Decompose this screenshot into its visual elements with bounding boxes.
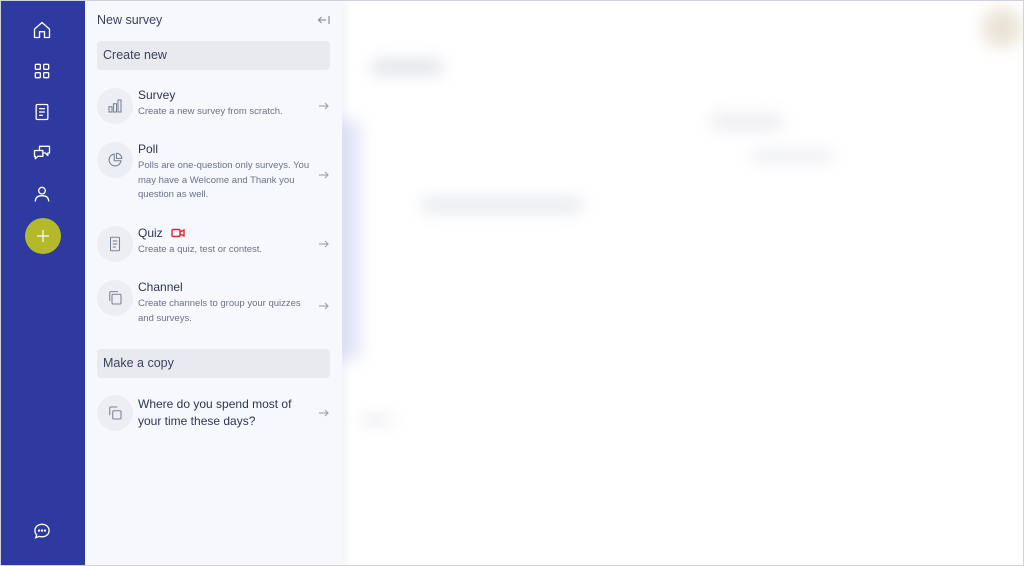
option-survey-label: Survey [138, 88, 176, 102]
blurred-text [422, 198, 582, 212]
arrow-right-icon [319, 171, 329, 179]
option-survey-desc: Create a new survey from scratch. [138, 106, 283, 117]
grid-icon [34, 63, 50, 79]
blurred-label-2 [752, 150, 832, 162]
copy-item-title: Where do you spend most of your time the… [138, 397, 292, 428]
bar-chart-icon [108, 99, 122, 113]
copy-stack-icon [109, 291, 122, 305]
option-quiz-title: Quiz [138, 226, 185, 240]
chat-bubble-icon [34, 523, 50, 539]
blurred-label [712, 115, 782, 129]
create-new-header: Create new [97, 41, 330, 70]
rail-profile-button[interactable] [24, 176, 60, 212]
option-quiz-label: Quiz [138, 226, 163, 240]
copy-survey-item[interactable]: Where do you spend most of your time the… [97, 395, 330, 431]
option-quiz[interactable]: Quiz Create a quiz, test or contest. [97, 226, 330, 262]
collapse-panel-button[interactable] [316, 12, 332, 28]
rail-surveys-button[interactable] [24, 94, 60, 130]
option-channel[interactable]: Channel Create channels to group your qu… [97, 280, 330, 328]
quiz-document-icon [109, 236, 121, 252]
option-quiz-desc: Create a quiz, test or contest. [138, 244, 263, 255]
home-icon [33, 21, 51, 39]
option-quiz-icon-wrap [97, 226, 133, 262]
collapse-arrow-icon [317, 16, 330, 24]
blurred-background [342, 0, 1024, 566]
user-icon [34, 186, 50, 202]
rail-messages-button[interactable] [24, 135, 60, 171]
option-channel-desc: Create channels to group your quizzes an… [138, 298, 301, 324]
option-channel-label: Channel [138, 280, 183, 294]
arrow-right-icon [319, 409, 329, 417]
blurred-card-edge [342, 120, 360, 360]
arrow-right-icon [319, 240, 329, 248]
option-channel-title: Channel [138, 280, 183, 294]
arrow-right-icon [319, 302, 329, 310]
blurred-footer [362, 415, 392, 425]
rail-home-button[interactable] [24, 12, 60, 48]
document-icon [35, 103, 49, 121]
video-icon [170, 228, 185, 238]
left-rail [0, 0, 85, 566]
option-poll-desc: Polls are one-question only surveys. You… [138, 160, 310, 200]
panel-title: New survey [97, 13, 163, 27]
option-survey-title: Survey [138, 88, 175, 102]
copy-item-icon-wrap [97, 395, 133, 431]
blurred-avatar [982, 8, 1022, 48]
option-poll-label: Poll [138, 142, 159, 156]
option-poll-title: Poll [138, 142, 158, 156]
option-channel-icon-wrap [97, 280, 133, 316]
pie-chart-icon [108, 152, 123, 167]
arrow-right-icon [319, 102, 329, 110]
option-survey[interactable]: Survey Create a new survey from scratch. [97, 88, 330, 124]
option-poll[interactable]: Poll Polls are one-question only surveys… [97, 142, 330, 204]
rail-dashboard-button[interactable] [24, 53, 60, 89]
add-new-button[interactable] [25, 218, 61, 254]
plus-icon [37, 230, 49, 242]
option-survey-icon-wrap [97, 88, 133, 124]
new-survey-panel: New survey Create new Survey Create a ne… [85, 0, 342, 566]
support-chat-button[interactable] [24, 513, 60, 549]
copy-icon [109, 406, 122, 420]
blurred-heading [372, 60, 442, 74]
make-copy-header: Make a copy [97, 349, 330, 378]
chat-icon [33, 145, 51, 160]
option-poll-icon-wrap [97, 142, 133, 178]
